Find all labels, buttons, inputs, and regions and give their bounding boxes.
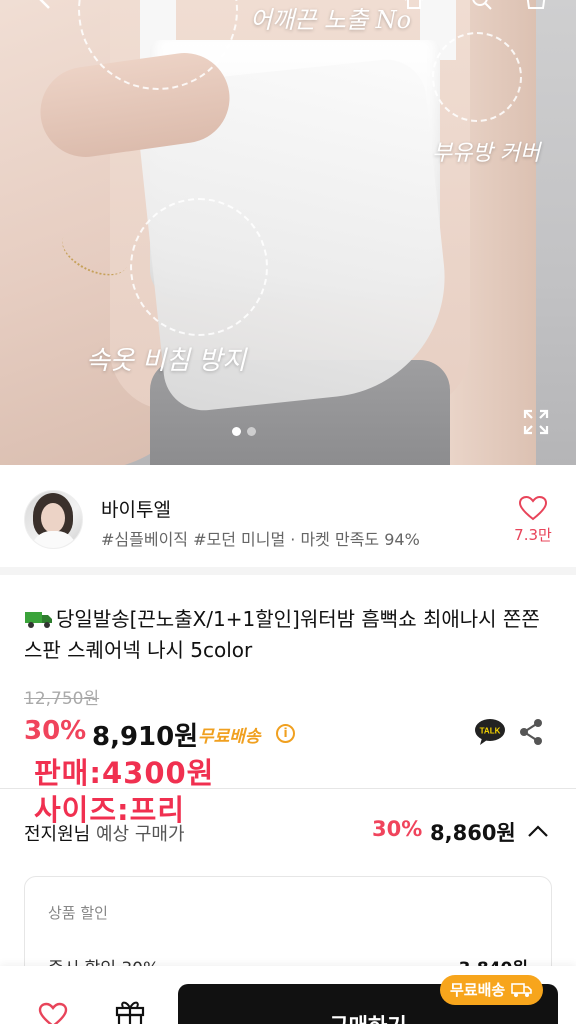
member-discount-rate: 30%: [372, 817, 423, 841]
free-shipping-badge: 무료배송: [440, 975, 544, 1005]
free-shipping-label: 무료배송: [198, 727, 261, 747]
expected-price-text: 예상 구매가: [95, 824, 185, 845]
kakao-talk-icon[interactable]: TALK: [474, 718, 506, 746]
shop-info[interactable]: 바이투엘 #심플베이직 #모던 미니멀 · 마켓 만족도 94% 7.3만: [0, 465, 576, 575]
chevron-up-icon[interactable]: [527, 824, 549, 838]
member-expected-price-label[interactable]: 전지원님 예상 구매가: [24, 820, 185, 846]
card-title: 상품 할인: [48, 904, 108, 922]
shop-like-count: 7.3만: [514, 526, 552, 544]
shop-tags: #심플베이직 #모던 미니멀 · 마켓 만족도 94%: [101, 530, 420, 549]
image-annotation: 부유방 커버: [432, 141, 541, 166]
image-highlight-circle: [130, 198, 268, 336]
gift-icon[interactable]: [114, 998, 146, 1024]
member-price: 8,860원: [430, 821, 516, 845]
shop-like-heart-icon[interactable]: [518, 495, 548, 521]
home-icon[interactable]: [402, 0, 426, 12]
expand-icon[interactable]: [522, 408, 550, 436]
original-price: 12,750원: [24, 689, 100, 709]
image-highlight-circle: [432, 32, 522, 122]
product-image-carousel[interactable]: 어깨끈 노출 No 부유방 커버 속옷 비침 방지: [0, 0, 576, 465]
image-annotation: 속옷 비침 방지: [86, 346, 247, 376]
image-annotation: 어깨끈 노출 No: [250, 6, 412, 34]
carousel-dot[interactable]: [247, 427, 256, 436]
share-icon[interactable]: [518, 718, 544, 746]
truck-icon: [24, 607, 54, 628]
back-icon[interactable]: [34, 0, 58, 12]
svg-text:TALK: TALK: [480, 727, 501, 736]
avatar-detail: [41, 503, 65, 533]
member-name: 전지원님: [24, 824, 91, 845]
shop-name[interactable]: 바이투엘: [101, 495, 171, 522]
discount-rate: 30%: [24, 716, 87, 746]
carousel-indicator: [232, 427, 256, 436]
wishlist-heart-icon[interactable]: [38, 1002, 68, 1024]
product-title: 당일발송[끈노출X/1+1할인]워터밤 흠뻑쇼 최애나시 쫀쫀 스판 스퀘어넥 …: [24, 604, 554, 666]
delivery-truck-icon: [511, 983, 533, 997]
sale-price: 8,910원: [92, 722, 199, 752]
cart-icon[interactable]: [524, 0, 548, 12]
product-page: 어깨끈 노출 No 부유방 커버 속옷 비침 방지 바이투엘 #심플베이직 #모…: [0, 0, 576, 1024]
info-icon[interactable]: i: [276, 724, 295, 743]
product-title-text: 당일발송[끈노출X/1+1할인]워터밤 흠뻑쇼 최애나시 쫀쫀 스판 스퀘어넥 …: [24, 607, 540, 662]
carousel-dot[interactable]: [232, 427, 241, 436]
sale-price-note: 판매:4300원: [34, 756, 215, 790]
shop-avatar[interactable]: [24, 490, 83, 549]
free-shipping-badge-text: 무료배송: [450, 981, 506, 999]
search-icon[interactable]: [470, 0, 494, 12]
